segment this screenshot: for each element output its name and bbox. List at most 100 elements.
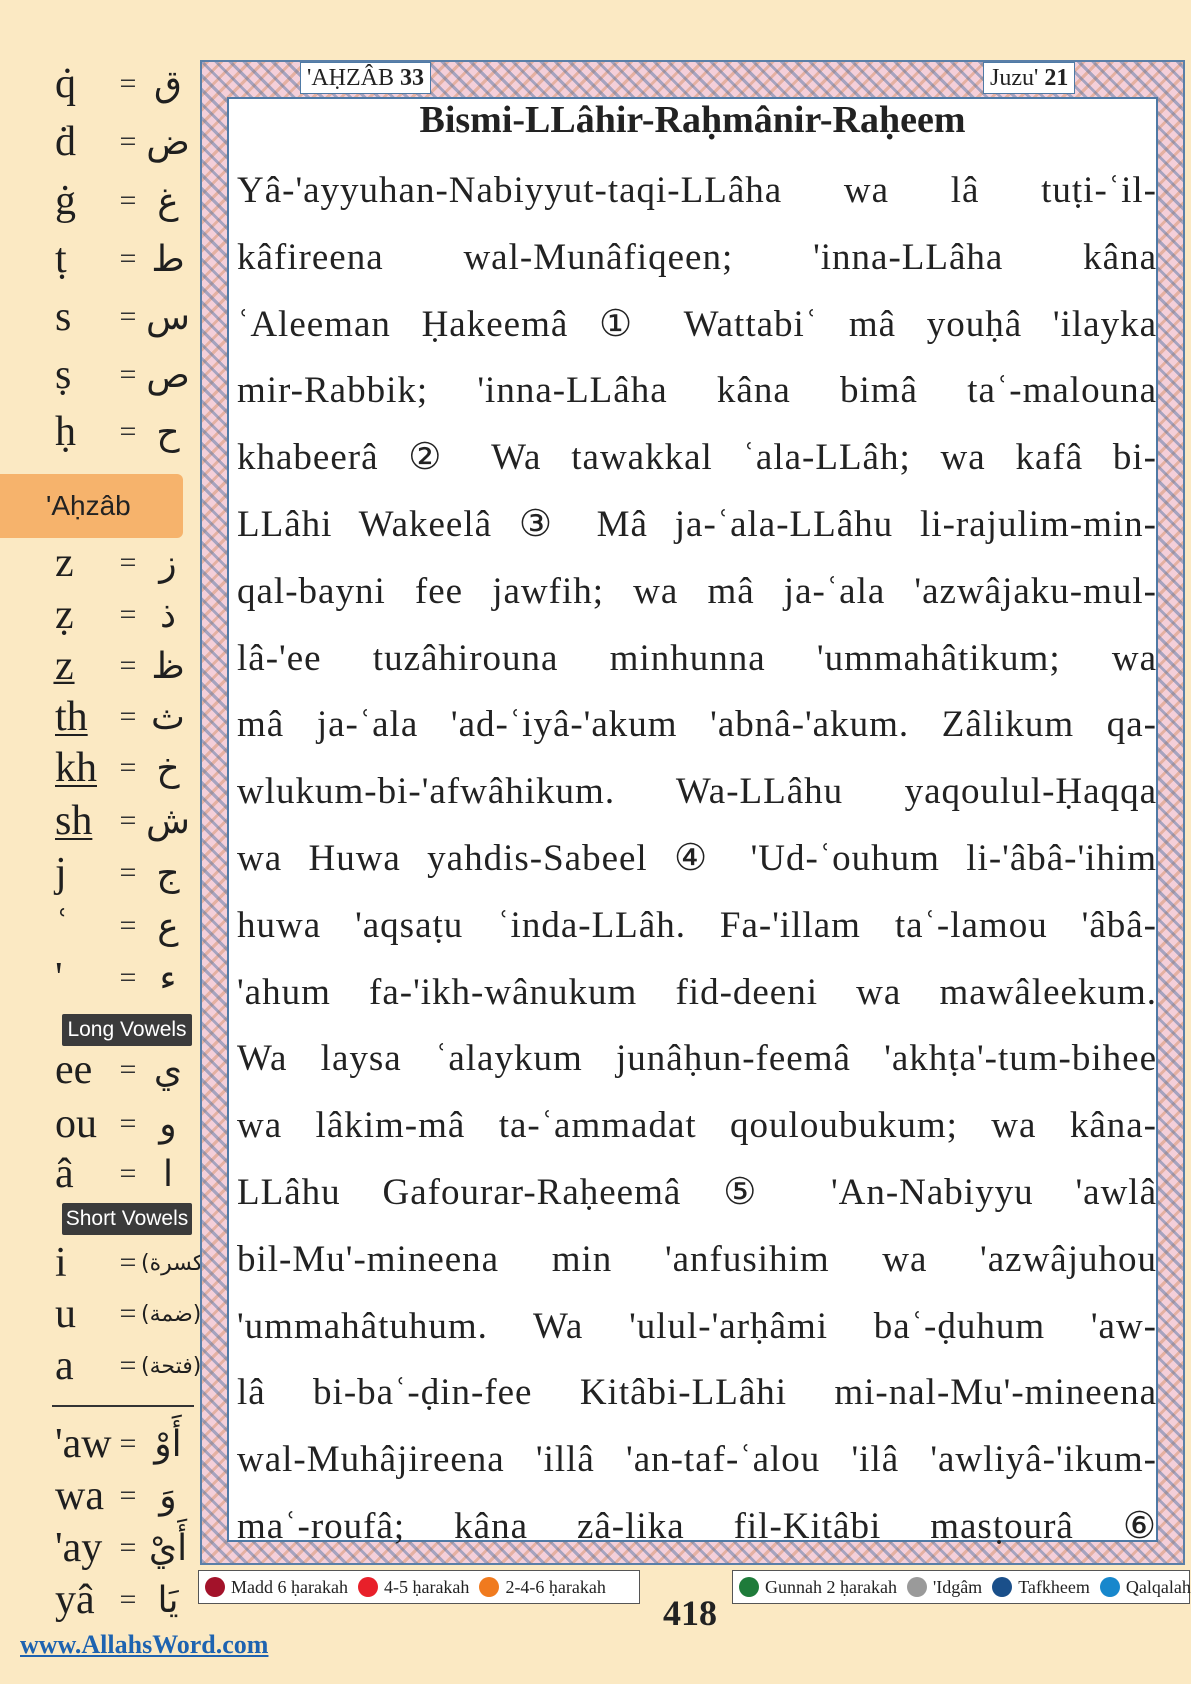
equals-sign: = (119, 1531, 137, 1564)
equals-sign: = (119, 700, 137, 733)
verse-line: lâ bi-baʿ-ḍin-fee Kitâbi-LLâhi mi-nal-Mu… (237, 1372, 1157, 1413)
consonant-row: q̇ = ق (55, 58, 195, 110)
arabic-letter: أَوْ (154, 1423, 182, 1465)
equals-sign: = (119, 125, 137, 158)
verse-line: bil-Mu'-mineena min 'anfusihim wa 'azwâj… (237, 1239, 1157, 1280)
arabic-letter: ث (151, 696, 185, 738)
equals-sign: = (119, 751, 137, 784)
verse-line: lâ-'ee tuzâhirouna minhunna 'ummahâtikum… (237, 638, 1157, 679)
consonant-row: s = س (55, 291, 195, 343)
equals-sign: = (119, 961, 137, 994)
equals-sign: = (119, 1157, 137, 1190)
verse-line: Wa laysa ʿalaykum junâḥun-feemâ 'akhṭa'-… (237, 1038, 1157, 1079)
consonant-row: th = ث (55, 691, 195, 743)
legend-item: 'Idgâm (906, 1576, 983, 1598)
consonant-row: ʿ = ع (55, 900, 195, 952)
latin-letter: ṭ (55, 236, 67, 282)
legend-item: Tafkheem (992, 1577, 1090, 1598)
surah-tab[interactable]: 'Aḥzâb (0, 474, 183, 538)
verse-line: 'ummahâtuhum. Wa 'ulul-'arḥâmi baʿ-ḍuhum… (237, 1306, 1157, 1347)
diphthong-row: yâ = يَا (55, 1574, 195, 1626)
color-dot-icon (992, 1577, 1013, 1597)
diphthong-row: 'ay = أَيْ (55, 1522, 195, 1574)
consonant-row: ṭ = ط (55, 233, 195, 285)
surah-header: 'AḤZÂB 33 (300, 62, 431, 94)
latin-letter: sh (55, 798, 93, 844)
verse-line: wa lâkim-mâ ta-ʿammadat qouloubukum; wa … (237, 1105, 1157, 1146)
latin-letter: ou (55, 1101, 97, 1147)
surah-header-name: 'AḤZÂB (307, 64, 394, 91)
equals-sign: = (119, 909, 137, 942)
equals-sign: = (119, 300, 137, 333)
equals-sign: = (119, 546, 137, 579)
legend-label: Gunnah 2 ḥarakah (765, 1576, 897, 1597)
arabic-letter: ا (162, 1153, 173, 1195)
arabic-letter: ي (153, 1049, 183, 1091)
consonant-row: ḥ = ح (55, 406, 195, 458)
color-dot-icon (357, 1577, 378, 1597)
equals-sign: = (119, 1349, 137, 1382)
color-dot-icon (1099, 1577, 1120, 1597)
arabic-letter: س (146, 296, 190, 338)
consonant-row: ṣ = ص (55, 349, 195, 401)
color-dot-icon (739, 1577, 759, 1597)
legend-label: 2-4-6 ḥarakah (505, 1576, 606, 1597)
legend-item: Qalqalah (1099, 1577, 1191, 1598)
latin-letter: 'aw (55, 1421, 112, 1467)
legend-label: Tafkheem (1018, 1576, 1090, 1597)
verse-line: kâfireena wal-Munâfiqeen; 'inna-LLâha kâ… (237, 237, 1157, 278)
short-vowel-row: u = (ضمة) (55, 1288, 201, 1340)
transliteration-sidebar: q̇ = ق ḋ = ض ġ = غ ṭ = ط s = س ṣ = ص ḥ = ح z = ز ẓ = ذ z̲ = ظ th = ث k… (0, 0, 212, 1684)
arabic-letter: ع (157, 905, 179, 947)
verse-line: maʿ-roufâ; kâna zâ-lika fil-Kitâbi masṭo… (237, 1506, 1157, 1547)
latin-letter: â (55, 1151, 74, 1197)
consonant-row: z̲ = ظ (55, 640, 195, 692)
legend-item: 2-4-6 ḥarakah (479, 1576, 606, 1598)
arabic-letter: ظ (151, 645, 185, 687)
verse-line: wal-Muhâjireena 'illâ 'an-taf-ʿalou 'ilâ… (237, 1439, 1157, 1480)
consonant-row: sh = ش (55, 795, 195, 847)
legend-item: Gunnah 2 ḥarakah (739, 1577, 897, 1598)
short-vowels-badge: Short Vowels (62, 1203, 192, 1235)
page-number: 418 (663, 1593, 717, 1633)
latin-letter: s (55, 294, 72, 340)
arabic-letter: ء (159, 957, 177, 999)
color-dot-icon (479, 1577, 500, 1597)
arabic-letter: و (159, 1103, 177, 1145)
consonant-row: ẓ = ذ (55, 589, 195, 641)
arabic-letter: ض (146, 121, 190, 163)
legend-tajweed: Gunnah 2 ḥarakah 'Idgâm Tafkheem Qalqalah (732, 1570, 1191, 1604)
juzu-header-number: 21 (1044, 64, 1069, 91)
website-link[interactable]: www.AllahsWord.com (20, 1630, 268, 1660)
legend-label: 'Idgâm (932, 1576, 983, 1597)
verse-line: qal-bayni fee jawfih; wa mâ ja-ʿala 'azw… (237, 571, 1157, 612)
surah-tab-label: 'Aḥzâb (46, 490, 131, 521)
long-vowel-row: ee = ي (55, 1044, 195, 1096)
equals-sign: = (119, 1479, 137, 1512)
long-vowel-row: ou = و (55, 1098, 195, 1150)
equals-sign: = (119, 598, 137, 631)
arabic-letter: (فتحة) (141, 1353, 202, 1379)
arabic-letter: ح (156, 411, 180, 453)
latin-letter: z (55, 540, 74, 586)
arabic-letter: وَ (159, 1475, 177, 1517)
latin-letter: yâ (55, 1577, 95, 1623)
consonant-row: ġ = غ (55, 175, 195, 227)
basmala-title: Bismi-LLâhir-Raḥmânir-Raḥeem (419, 99, 966, 141)
arabic-letter: (كسرة) (141, 1250, 212, 1276)
verse-line: 'ahum fa-'ikh-wânukum fid-deeni wa mawâl… (237, 972, 1157, 1013)
latin-letter: ġ (55, 178, 76, 224)
arabic-letter: ق (154, 63, 182, 105)
verse-line: mâ ja-ʿala 'ad-ʿiyâ-'akum 'abnâ-'akum. Z… (237, 704, 1157, 745)
equals-sign: = (119, 856, 137, 889)
consonant-row: ḋ = ض (55, 116, 195, 168)
legend-label: Madd 6 ḥarakah (231, 1576, 348, 1597)
color-dot-icon (906, 1577, 927, 1597)
latin-letter: u (55, 1291, 76, 1337)
latin-letter: ḥ (55, 409, 76, 455)
verse-line: khabeerâ ② Wa tawakkal ʿala-LLâh; wa kaf… (237, 437, 1157, 478)
juzu-header: Juzu' 21 (983, 62, 1076, 94)
arabic-letter: ص (146, 354, 190, 396)
latin-letter: ḋ (55, 119, 76, 165)
legend-item: Madd 6 ḥarakah (205, 1577, 348, 1598)
